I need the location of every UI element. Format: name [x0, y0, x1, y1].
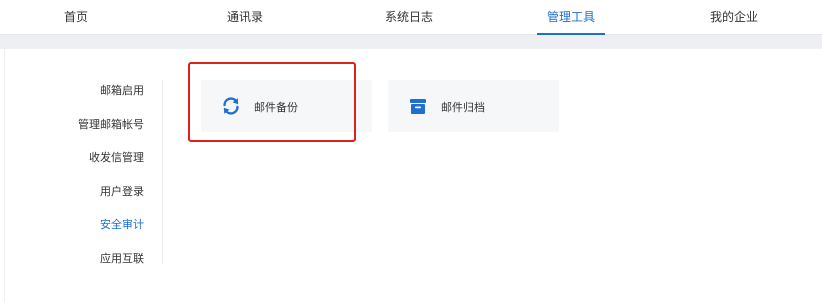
sidebar-item-user-login[interactable]: 用户登录: [100, 183, 144, 199]
mail-backup-label: 邮件备份: [254, 101, 298, 114]
tab-home[interactable]: 首页: [44, 0, 108, 34]
sidebar-item-send-receive-management[interactable]: 收发信管理: [89, 149, 144, 165]
sidebar-item-manage-mailbox-accounts[interactable]: 管理邮箱帐号: [78, 116, 144, 132]
tab-system-log[interactable]: 系统日志: [373, 0, 445, 34]
mail-archive-card[interactable]: 邮件归档: [388, 80, 559, 132]
tab-admin-tools[interactable]: 管理工具: [537, 0, 605, 35]
refresh-icon: [223, 97, 239, 115]
tab-my-enterprise[interactable]: 我的企业: [700, 0, 768, 34]
header-separator-band: [0, 35, 822, 49]
mail-backup-card[interactable]: 邮件备份: [201, 80, 372, 132]
top-navigation: 首页 通讯录 系统日志 管理工具 我的企业: [0, 0, 822, 35]
sidebar-item-security-audit[interactable]: 安全审计: [100, 216, 144, 232]
sidebar-item-mailbox-enable[interactable]: 邮箱启用: [100, 82, 144, 98]
sidebar-divider: [162, 80, 163, 264]
mail-archive-label: 邮件归档: [441, 101, 485, 114]
tab-contacts[interactable]: 通讯录: [213, 0, 277, 34]
sidebar-item-app-integration[interactable]: 应用互联: [100, 250, 144, 266]
archive-box-icon: [410, 99, 426, 114]
